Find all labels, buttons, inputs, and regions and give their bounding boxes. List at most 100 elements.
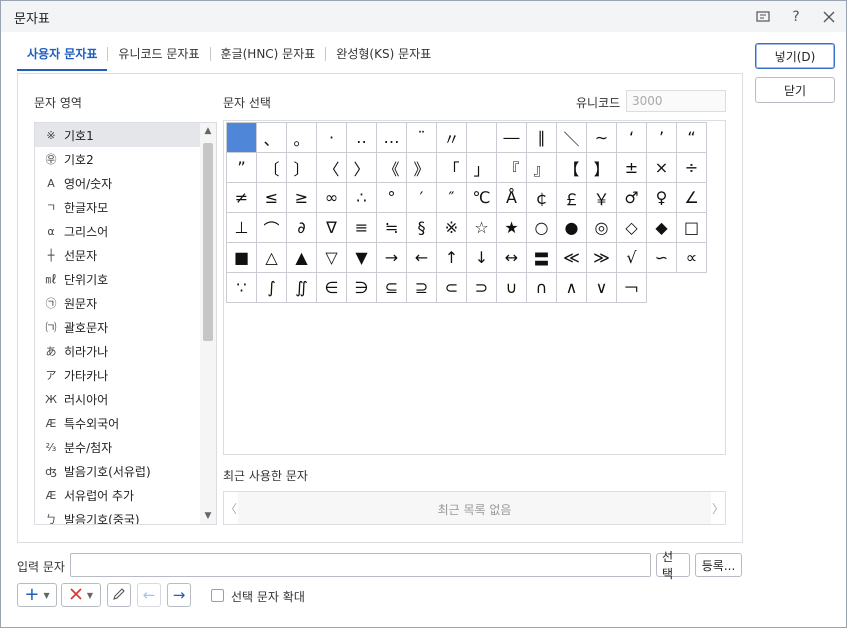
char-cell[interactable]: 。: [287, 123, 317, 153]
edit-button[interactable]: [107, 583, 131, 607]
char-cell[interactable]: √: [617, 243, 647, 273]
category-item[interactable]: ア 가타카나: [35, 363, 201, 387]
char-cell[interactable]: ￡: [557, 183, 587, 213]
char-cell[interactable]: 」: [467, 153, 497, 183]
char-cell[interactable]: ℃: [467, 183, 497, 213]
char-cell[interactable]: ＼: [557, 123, 587, 153]
input-char-field[interactable]: [70, 553, 651, 577]
char-cell[interactable]: ⊂: [437, 273, 467, 303]
char-cell[interactable]: ↑: [437, 243, 467, 273]
move-left-button[interactable]: ←: [137, 583, 161, 607]
insert-button[interactable]: 넣기(D): [755, 43, 835, 69]
char-cell[interactable]: ￢: [617, 273, 647, 303]
char-cell[interactable]: 〓: [527, 243, 557, 273]
category-item[interactable]: ⅔ 분수/첨자: [35, 435, 201, 459]
char-cell[interactable]: ∴: [347, 183, 377, 213]
char-cell[interactable]: ∧: [557, 273, 587, 303]
category-item[interactable]: ㎖ 단위기호: [35, 267, 201, 291]
char-cell[interactable]: 〈: [317, 153, 347, 183]
tab-ks-charmap[interactable]: 완성형(KS) 문자표: [326, 41, 441, 71]
char-cell[interactable]: ⊆: [377, 273, 407, 303]
char-cell[interactable]: ‥: [347, 123, 377, 153]
char-cell[interactable]: ⌒: [257, 213, 287, 243]
char-cell[interactable]: □: [677, 213, 707, 243]
char-cell[interactable]: →: [377, 243, 407, 273]
category-item[interactable]: ㄅ 발음기호(중국): [35, 507, 201, 525]
char-cell[interactable]: ▲: [287, 243, 317, 273]
char-cell[interactable]: [227, 123, 257, 153]
char-cell[interactable]: 】: [587, 153, 617, 183]
char-cell[interactable]: ※: [437, 213, 467, 243]
category-item[interactable]: あ 히라가나: [35, 339, 201, 363]
register-button[interactable]: 등록...: [695, 553, 742, 577]
char-cell[interactable]: ∨: [587, 273, 617, 303]
char-cell[interactable]: ▼: [347, 243, 377, 273]
tab-hnc-charmap[interactable]: 훈글(HNC) 문자표: [211, 41, 326, 71]
char-cell[interactable]: ↔: [497, 243, 527, 273]
char-cell[interactable]: ―: [497, 123, 527, 153]
char-cell[interactable]: ∇: [317, 213, 347, 243]
close-button[interactable]: 닫기: [755, 77, 835, 103]
char-cell[interactable]: ●: [557, 213, 587, 243]
select-button[interactable]: 선택: [656, 550, 690, 581]
char-cell[interactable]: ·: [317, 123, 347, 153]
scroll-thumb[interactable]: [203, 143, 213, 341]
char-cell[interactable]: ∩: [527, 273, 557, 303]
char-cell[interactable]: 、: [257, 123, 287, 153]
char-cell[interactable]: ￠: [527, 183, 557, 213]
char-cell[interactable]: ¨: [407, 123, 437, 153]
char-cell[interactable]: 【: [557, 153, 587, 183]
char-cell[interactable]: ⊥: [227, 213, 257, 243]
move-right-button[interactable]: →: [167, 583, 191, 607]
char-cell[interactable]: ■: [227, 243, 257, 273]
char-cell[interactable]: ∼: [587, 123, 617, 153]
char-cell[interactable]: …: [377, 123, 407, 153]
char-cell[interactable]: ’: [647, 123, 677, 153]
char-cell[interactable]: ↓: [467, 243, 497, 273]
category-item[interactable]: Æ 서유럽어 추가: [35, 483, 201, 507]
enlarge-checkbox[interactable]: [211, 589, 224, 602]
char-cell[interactable]: ∋: [347, 273, 377, 303]
char-cell[interactable]: ″: [437, 183, 467, 213]
char-cell[interactable]: 〃: [437, 123, 467, 153]
help-panel-icon[interactable]: [753, 7, 773, 27]
char-cell[interactable]: 「: [437, 153, 467, 183]
category-item[interactable]: ㈀ 괄호문자: [35, 315, 201, 339]
char-cell[interactable]: ○: [527, 213, 557, 243]
char-cell[interactable]: ÷: [677, 153, 707, 183]
category-item[interactable]: Æ 특수외국어: [35, 411, 201, 435]
help-icon[interactable]: ?: [786, 7, 806, 27]
char-cell[interactable]: ♂: [617, 183, 647, 213]
char-cell[interactable]: ☆: [467, 213, 497, 243]
char-cell[interactable]: ‘: [617, 123, 647, 153]
char-cell[interactable]: 『: [497, 153, 527, 183]
char-cell[interactable]: ∝: [677, 243, 707, 273]
char-cell[interactable]: ≒: [377, 213, 407, 243]
char-cell[interactable]: Å: [497, 183, 527, 213]
category-item[interactable]: ※ 기호1: [35, 123, 201, 147]
char-cell[interactable]: ±: [617, 153, 647, 183]
char-cell[interactable]: 』: [527, 153, 557, 183]
char-cell[interactable]: 〉: [347, 153, 377, 183]
category-item[interactable]: ┼ 선문자: [35, 243, 201, 267]
scroll-down-icon[interactable]: ▼: [200, 508, 216, 524]
close-icon[interactable]: [819, 7, 839, 27]
category-item[interactable]: ㉠ 원문자: [35, 291, 201, 315]
char-cell[interactable]: ∠: [677, 183, 707, 213]
tab-user-charmap[interactable]: 사용자 문자표: [17, 41, 108, 71]
char-cell[interactable]: ∂: [287, 213, 317, 243]
char-cell[interactable]: ”: [227, 153, 257, 183]
category-scrollbar[interactable]: ▲ ▼: [200, 123, 216, 524]
char-cell[interactable]: ≡: [347, 213, 377, 243]
char-cell[interactable]: ∵: [227, 273, 257, 303]
char-cell[interactable]: ◎: [587, 213, 617, 243]
char-cell[interactable]: ★: [497, 213, 527, 243]
char-cell[interactable]: △: [257, 243, 287, 273]
tab-unicode-charmap[interactable]: 유니코드 문자표: [108, 41, 209, 71]
char-cell[interactable]: 〔: [257, 153, 287, 183]
char-cell[interactable]: 》: [407, 153, 437, 183]
scroll-up-icon[interactable]: ▲: [200, 123, 216, 139]
char-cell[interactable]: 〕: [287, 153, 317, 183]
char-cell[interactable]: ′: [407, 183, 437, 213]
char-cell[interactable]: ≥: [287, 183, 317, 213]
